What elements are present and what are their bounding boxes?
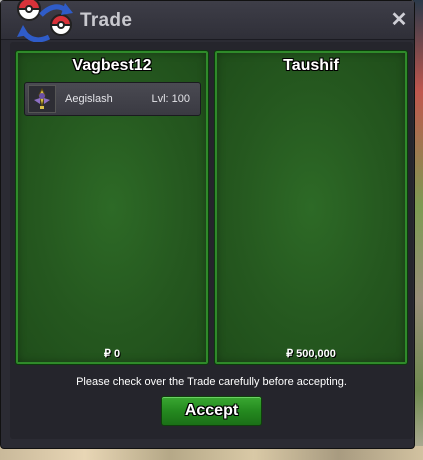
right-offer-panel: Taushif ₽ 500,000 (214, 50, 408, 365)
pokemon-level: Lvl: 100 (151, 93, 190, 105)
accept-button[interactable]: Accept (161, 396, 262, 426)
aegislash-sprite-icon (28, 85, 56, 113)
trade-notice: Please check over the Trade carefully be… (76, 376, 347, 388)
pokeball-left-icon (16, 0, 42, 21)
close-icon: ✕ (390, 9, 408, 31)
trade-content: Vagbest12 Aegislash Lvl: 100 ₽ 0 Taushif (10, 42, 413, 439)
left-offer-panel: Vagbest12 Aegislash Lvl: 100 ₽ 0 (15, 50, 209, 365)
left-money-offer: ₽ 0 (103, 348, 121, 360)
left-player-name: Vagbest12 (72, 57, 152, 74)
pokemon-name: Aegislash (65, 93, 113, 105)
right-player-name: Taushif (283, 57, 339, 74)
close-button[interactable]: ✕ (390, 9, 408, 31)
offered-pokemon-item[interactable]: Aegislash Lvl: 100 (24, 82, 201, 116)
pokeball-right-icon (49, 14, 73, 36)
pokeball-trade-logo-icon (16, 0, 73, 43)
right-money-offer: ₽ 500,000 (286, 348, 336, 360)
window-title: Trade (80, 10, 133, 31)
trade-window: Trade ✕ Vagbest12 Aegislash Lvl: 100 ₽ 0… (0, 0, 415, 449)
